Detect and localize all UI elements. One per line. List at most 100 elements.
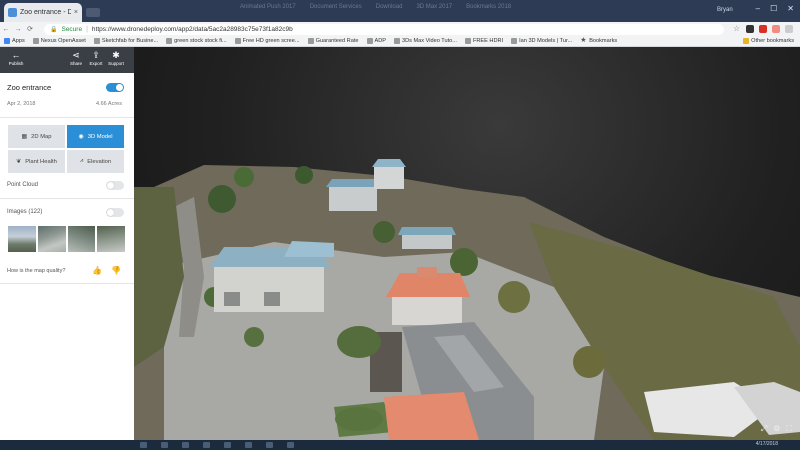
image-thumbnail[interactable] <box>37 226 66 252</box>
menu-icon[interactable] <box>785 25 793 33</box>
bookmark-item[interactable]: Free HD green scree... <box>234 38 300 44</box>
view-3d-model-button[interactable]: ◉ 3D Model <box>67 125 124 148</box>
taskbar-app-icon[interactable] <box>161 442 168 448</box>
divider <box>0 283 134 284</box>
taskbar-apps <box>140 442 294 448</box>
tab-close-icon[interactable]: × <box>74 9 78 16</box>
bookmark-icon <box>307 38 314 44</box>
background-tab[interactable]: Bookmarks 2018 <box>466 4 511 10</box>
bookmark-icon <box>32 38 39 44</box>
export-icon: ⇪ <box>92 50 100 60</box>
background-tab[interactable]: Animated Push 2017 <box>240 4 296 10</box>
taskbar-clock: 4/17/2018 <box>755 441 778 447</box>
minimize-icon[interactable]: – <box>756 4 760 13</box>
taskbar-app-icon[interactable] <box>224 442 231 448</box>
bookmark-icon <box>234 38 241 44</box>
leaf-icon: ❦ <box>16 159 22 165</box>
support-button[interactable]: ✱ Support <box>106 50 126 67</box>
bookmark-item[interactable]: Nexus OpenAsset <box>32 38 86 44</box>
taskbar-app-icon[interactable] <box>287 442 294 448</box>
other-bookmarks[interactable]: Other bookmarks <box>743 38 794 44</box>
bookmark-item[interactable]: Sketchfab for Busine... <box>93 38 158 44</box>
image-thumbnails <box>8 226 125 252</box>
images-label: Images (122) <box>7 209 43 215</box>
share-button[interactable]: ⋖ Share <box>66 50 86 67</box>
export-button[interactable]: ⇪ Export <box>86 50 106 67</box>
settings-icon[interactable]: ⚙ <box>773 424 780 434</box>
extension-icons: ☆ <box>733 25 793 33</box>
bookmark-item[interactable]: Ian 3D Models | Tur... <box>511 38 572 44</box>
window-controls: – ☐ ✕ <box>756 4 794 13</box>
bookmark-apps[interactable]: Apps <box>4 38 25 44</box>
taskbar-app-icon[interactable] <box>203 442 210 448</box>
images-toggle[interactable] <box>106 208 124 217</box>
view-2d-map-button[interactable]: ▦ 2D Map <box>8 125 65 148</box>
view-plant-health-button[interactable]: ❦ Plant Health <box>8 150 65 173</box>
back-icon[interactable]: ← <box>0 26 12 33</box>
bookmark-item[interactable]: 3Ds Max Video Tuto... <box>394 38 457 44</box>
dronedeploy-favicon-icon <box>8 8 17 17</box>
bookmark-icon <box>394 38 401 44</box>
support-icon: ✱ <box>112 50 120 60</box>
bookmark-star-icon[interactable]: ☆ <box>733 25 741 33</box>
view-elevation-button[interactable]: ⩘ Elevation <box>67 150 124 173</box>
bookmark-icon <box>511 38 518 44</box>
bookmark-item[interactable]: ADP <box>366 38 386 44</box>
extension-icon[interactable] <box>746 25 754 33</box>
folder-icon <box>743 38 750 44</box>
map-visibility-toggle[interactable] <box>106 83 124 92</box>
background-tabs: Animated Push 2017 Document Services Dow… <box>240 4 511 10</box>
expand-icon[interactable]: ⛶ <box>786 424 792 434</box>
taskbar-app-icon[interactable] <box>182 442 189 448</box>
maximize-icon[interactable]: ☐ <box>770 4 777 13</box>
address-bar-row: ← → ⟳ 🔒 Secure | https://www.dronedeploy… <box>0 22 800 36</box>
map-acres: 4.66 Acres <box>96 101 122 107</box>
map-icon: ▦ <box>21 134 28 140</box>
thumbs-up-icon[interactable]: 👍 <box>92 266 102 275</box>
apps-icon <box>4 38 10 44</box>
fullscreen-icon[interactable]: ⤢ <box>761 424 767 434</box>
taskbar-app-icon[interactable] <box>245 442 252 448</box>
background-tab[interactable]: Document Services <box>310 4 362 10</box>
url-input[interactable]: 🔒 Secure | https://www.dronedeploy.com/a… <box>44 24 724 35</box>
tab-title: Zoo entrance - DroneDe... <box>20 9 71 16</box>
bookmark-item[interactable]: Guaranteed Rate <box>307 38 359 44</box>
reload-icon[interactable]: ⟳ <box>24 25 36 33</box>
background-tab[interactable]: Download <box>376 4 403 10</box>
map-quality-question: How is the map quality? <box>7 268 66 274</box>
bookmark-icon <box>464 38 471 44</box>
point-cloud-toggle[interactable] <box>106 181 124 190</box>
star-icon: ★ <box>580 37 587 44</box>
new-tab-button[interactable] <box>86 8 100 17</box>
close-window-icon[interactable]: ✕ <box>787 4 794 13</box>
bookmark-item[interactable]: green stock stock fi... <box>166 38 227 44</box>
taskbar-app-icon[interactable] <box>140 442 147 448</box>
arrow-left-icon: ← <box>11 50 21 60</box>
thumbs-down-icon[interactable]: 👎 <box>111 266 121 275</box>
taskbar-app-icon[interactable] <box>266 442 273 448</box>
secure-label: Secure <box>61 26 83 33</box>
extension-icon[interactable] <box>772 25 780 33</box>
background-tab[interactable]: 3D Max 2017 <box>416 4 452 10</box>
divider <box>0 198 134 199</box>
divider <box>0 117 134 118</box>
bookmark-icon <box>93 38 100 44</box>
image-thumbnail[interactable] <box>97 226 125 252</box>
bookmark-item[interactable]: ★ Bookmarks <box>580 37 617 44</box>
image-thumbnail[interactable] <box>8 226 36 252</box>
map-sidebar: ← Publish ⋖ Share ⇪ Export ✱ Support Zoo… <box>0 47 134 440</box>
extension-icon[interactable] <box>759 25 767 33</box>
share-icon: ⋖ <box>72 50 80 60</box>
elevation-icon: ⩘ <box>79 158 84 164</box>
os-taskbar: 4/17/2018 <box>0 440 800 450</box>
viewport-controls: ⤢ ⚙ ⛶ <box>761 424 792 434</box>
active-browser-tab[interactable]: Zoo entrance - DroneDe... × <box>4 3 82 22</box>
url-text: https://www.dronedeploy.com/app2/data/5a… <box>91 26 293 33</box>
forward-icon[interactable]: → <box>12 26 24 33</box>
browser-profile-name[interactable]: Bryan <box>717 7 733 13</box>
3d-model-viewport[interactable]: ⤢ ⚙ ⛶ <box>134 47 800 440</box>
publish-button[interactable]: ← Publish <box>6 50 26 67</box>
map-date: Apr 2, 2018 <box>7 101 36 107</box>
image-thumbnail[interactable] <box>67 226 96 252</box>
bookmark-item[interactable]: FREE HDRI <box>464 38 503 44</box>
